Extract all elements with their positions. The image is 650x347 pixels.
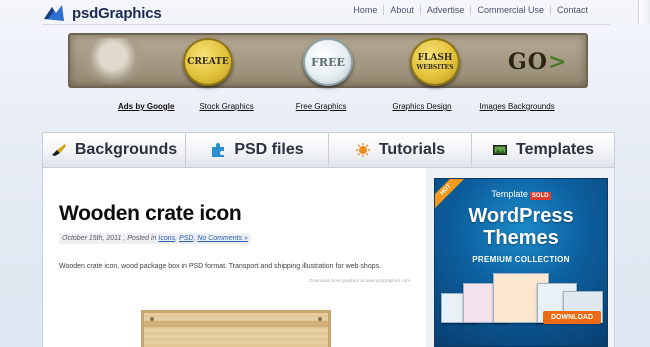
ad-link-bar: Ads by Google Stock Graphics Free Graphi… [118, 102, 555, 111]
post-content: Wooden crate icon October 15th, 2011 , P… [42, 168, 426, 347]
top-navigation: Home About Advertise Commercial Use Cont… [347, 5, 594, 15]
category-psd-link[interactable]: PSD [179, 235, 193, 242]
post-meta: October 15th, 2011 , Posted in Icons, PS… [59, 233, 251, 244]
puzzle-icon [210, 143, 226, 157]
promo-banner[interactable]: CREATE FREE FLASH WEBSITES GO> [68, 33, 588, 88]
logo-icon [42, 3, 66, 23]
comments-link[interactable]: No Comments » [197, 235, 248, 242]
page: psdGraphics Home About Advertise Commerc… [0, 0, 650, 347]
tab-backgrounds-label: Backgrounds [74, 141, 178, 158]
nav-commercial-use[interactable]: Commercial Use [471, 5, 551, 15]
create-badge-label: CREATE [187, 56, 229, 67]
tab-tutorials[interactable]: Tutorials [328, 132, 471, 168]
download-button[interactable]: DOWNLOAD [543, 311, 601, 324]
go-button[interactable]: GO> [508, 49, 567, 75]
ad-brand-name: Template [491, 189, 528, 199]
free-badge-label: FREE [311, 55, 345, 69]
sun-icon [355, 143, 371, 157]
tab-tutorials-label: Tutorials [378, 141, 446, 158]
ads-by-google-link[interactable]: Ads by Google [118, 102, 174, 111]
nail-icon [318, 317, 322, 321]
nav-contact[interactable]: Contact [551, 5, 594, 15]
wooden-crate-image[interactable] [141, 310, 331, 347]
sidebar-ad[interactable]: HOT Template SOLD WordPress Themes PREMIU… [434, 178, 608, 347]
go-label: GO [508, 49, 548, 75]
tab-backgrounds[interactable]: Backgrounds [42, 132, 185, 168]
go-arrow-icon: > [547, 49, 568, 75]
site-logo[interactable]: psdGraphics [42, 3, 162, 23]
image-icon [492, 143, 508, 157]
ad-link-stock-graphics[interactable]: Stock Graphics [199, 102, 253, 111]
nail-icon [150, 317, 154, 321]
create-badge[interactable]: CREATE [183, 38, 233, 86]
image-credit: Download more graphics at www.psdgraphic… [309, 278, 410, 283]
ad-headline-line2: Themes [483, 227, 559, 249]
post-date: October 15th, 2011 [62, 235, 122, 242]
flash-badge-sublabel: WEBSITES [416, 63, 454, 71]
nav-home[interactable]: Home [347, 5, 385, 15]
tab-templates-label: Templates [516, 141, 594, 158]
flash-websites-badge[interactable]: FLASH WEBSITES [410, 38, 460, 86]
nav-advertise[interactable]: Advertise [421, 5, 472, 15]
ad-brand: Template SOLD [435, 189, 607, 200]
window-edge [638, 0, 650, 24]
posted-in-label: , Posted in [123, 235, 157, 242]
post-excerpt: Wooden crate icon, wood package box in P… [59, 263, 382, 270]
post-title[interactable]: Wooden crate icon [59, 202, 242, 226]
brush-icon [51, 143, 67, 157]
ad-link-graphics-design[interactable]: Graphics Design [392, 102, 451, 111]
flash-badge-label: FLASH [417, 52, 453, 63]
tab-templates[interactable]: Templates [471, 132, 615, 168]
free-badge[interactable]: FREE [303, 38, 353, 86]
ad-brand-badge: SOLD [529, 192, 551, 200]
tab-psd-files-label: PSD files [234, 141, 304, 158]
tab-psd-files[interactable]: PSD files [185, 132, 328, 168]
site-name: psdGraphics [72, 4, 162, 22]
ad-link-images-backgrounds[interactable]: Images Backgrounds [480, 102, 555, 111]
ad-link-free-graphics[interactable]: Free Graphics [296, 102, 347, 111]
ad-subtitle: PREMIUM COLLECTION [472, 255, 570, 264]
ad-headline: WordPress Themes [435, 205, 607, 249]
category-tabs: Backgrounds PSD files Tutorials Template… [42, 132, 615, 168]
banner-portrait [80, 38, 140, 84]
nav-about[interactable]: About [384, 5, 421, 15]
header-divider [42, 24, 610, 25]
category-icons-link[interactable]: Icons [158, 235, 175, 242]
ad-headline-line1: WordPress [468, 205, 574, 227]
